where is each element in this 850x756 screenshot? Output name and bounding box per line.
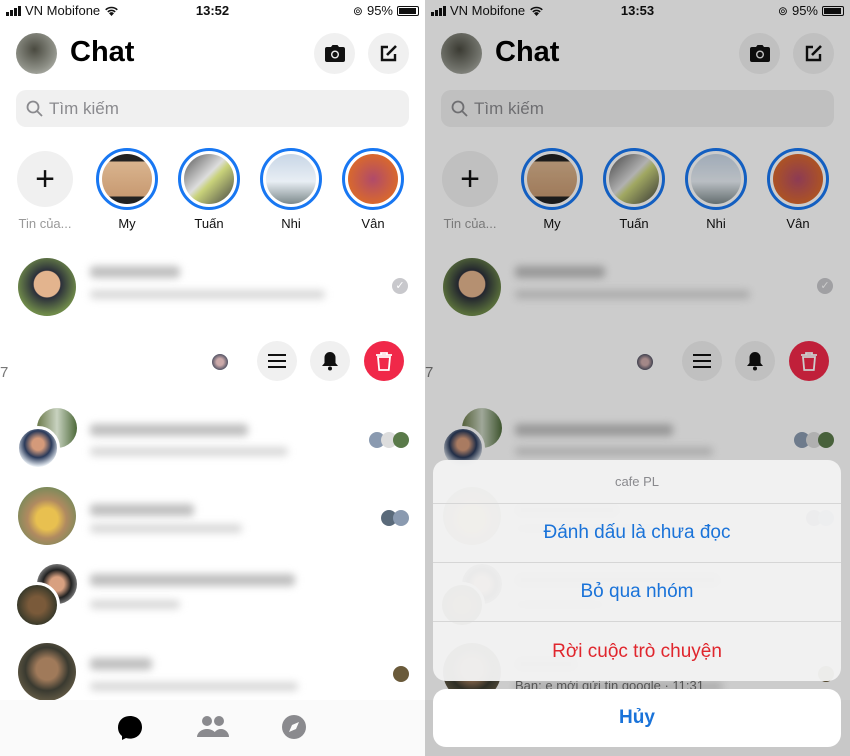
stories-bar: + Tin của... My Tuấn Nhi Vân bbox=[0, 148, 425, 233]
plus-icon: + bbox=[17, 151, 73, 207]
compose-icon bbox=[380, 45, 397, 62]
avatar bbox=[18, 643, 76, 701]
group-avatar-front bbox=[14, 582, 60, 628]
story-label: My bbox=[118, 216, 136, 231]
story-label: Tuấn bbox=[194, 216, 224, 231]
bottom-tab-bar bbox=[0, 700, 425, 756]
story-item[interactable]: My bbox=[95, 148, 159, 231]
mark-unread-button[interactable]: Đánh dấu là chưa đọc bbox=[433, 504, 841, 563]
battery-percent: 95% bbox=[366, 3, 393, 18]
avatar bbox=[18, 487, 76, 545]
story-item[interactable]: Nhi bbox=[259, 148, 323, 231]
search-placeholder: Tìm kiếm bbox=[49, 98, 119, 118]
story-item[interactable]: Tuấn bbox=[177, 148, 241, 231]
bell-icon bbox=[322, 351, 338, 370]
page-title: Chat bbox=[70, 36, 135, 68]
seen-avatar bbox=[212, 354, 228, 370]
battery-icon bbox=[397, 5, 419, 16]
camera-button[interactable] bbox=[314, 33, 355, 74]
conversation-row[interactable] bbox=[0, 638, 425, 708]
more-button[interactable] bbox=[257, 341, 297, 381]
tab-chats[interactable] bbox=[117, 715, 143, 746]
conversation-name-blurred bbox=[90, 424, 248, 436]
conversation-row[interactable] bbox=[0, 482, 425, 552]
tab-discover[interactable] bbox=[282, 715, 306, 744]
partial-text: 7 bbox=[0, 364, 9, 381]
conversation-name-blurred bbox=[90, 574, 295, 586]
message-preview-blurred bbox=[90, 524, 242, 533]
story-label: Tin của... bbox=[18, 216, 72, 231]
search-icon bbox=[26, 100, 43, 117]
conversation-name-blurred bbox=[90, 504, 194, 516]
camera-icon bbox=[324, 45, 345, 62]
leave-conversation-button[interactable]: Rời cuộc trò chuyện bbox=[433, 622, 841, 681]
seen-avatar bbox=[393, 510, 409, 526]
chat-screen-left: VN Mobifone 13:52 ⊚ 95% Chat Tìm kiếm + Ti… bbox=[0, 0, 425, 756]
orientation-lock-icon: ⊚ bbox=[352, 3, 363, 18]
seen-avatar bbox=[393, 666, 409, 682]
conversation-name-blurred bbox=[90, 658, 152, 670]
status-bar: VN Mobifone 13:52 ⊚ 95% bbox=[0, 0, 425, 22]
conversation-row[interactable] bbox=[0, 402, 425, 472]
group-avatar-front bbox=[16, 426, 60, 470]
people-icon bbox=[197, 716, 229, 737]
message-preview-blurred bbox=[90, 682, 298, 691]
story-item[interactable]: Vân bbox=[341, 148, 405, 231]
story-label: Nhi bbox=[281, 216, 301, 231]
action-sheet: cafe PL Đánh dấu là chưa đọc Bỏ qua nhóm… bbox=[433, 460, 841, 681]
tab-people[interactable] bbox=[197, 715, 229, 744]
message-preview-blurred bbox=[90, 600, 180, 609]
menu-icon bbox=[268, 354, 286, 368]
story-label: Vân bbox=[361, 216, 385, 231]
conversation-name-blurred bbox=[90, 266, 180, 278]
cancel-button[interactable]: Hủy bbox=[433, 689, 841, 747]
sent-check-icon: ✓ bbox=[392, 278, 408, 294]
chat-bubble-icon bbox=[118, 716, 142, 740]
ignore-group-button[interactable]: Bỏ qua nhóm bbox=[433, 563, 841, 622]
message-preview-blurred bbox=[90, 447, 288, 456]
message-preview-blurred bbox=[90, 290, 325, 299]
avatar bbox=[18, 258, 76, 316]
mute-button[interactable] bbox=[310, 341, 350, 381]
story-add[interactable]: + Tin của... bbox=[13, 148, 77, 231]
conversation-row[interactable] bbox=[0, 560, 425, 630]
trash-icon bbox=[376, 351, 392, 371]
delete-button[interactable] bbox=[364, 341, 404, 381]
action-sheet-title: cafe PL bbox=[433, 460, 841, 504]
profile-avatar[interactable] bbox=[16, 33, 57, 74]
search-input[interactable]: Tìm kiếm bbox=[16, 90, 409, 127]
new-message-button[interactable] bbox=[368, 33, 409, 74]
seen-avatar bbox=[393, 432, 409, 448]
conversation-row[interactable]: ✓ bbox=[0, 252, 425, 322]
compass-icon bbox=[282, 715, 306, 739]
